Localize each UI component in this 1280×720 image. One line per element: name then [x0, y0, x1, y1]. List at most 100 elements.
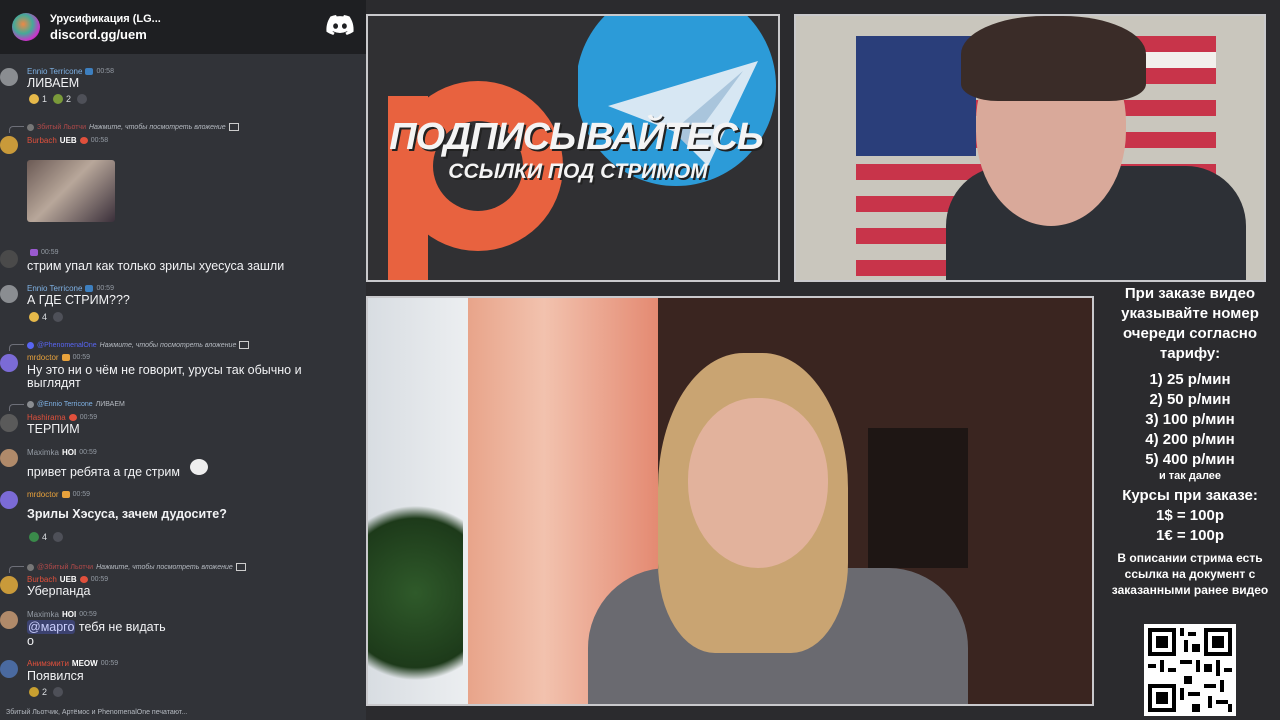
message-text: о: [27, 634, 34, 648]
add-reaction-icon[interactable]: [53, 532, 64, 542]
add-reaction-icon[interactable]: [77, 94, 88, 104]
tag-label: MEOW: [71, 659, 98, 668]
username[interactable]: Maximka: [27, 610, 59, 619]
image-attachment[interactable]: [27, 160, 115, 222]
discord-chat-panel: Урусификация (LG... discord.gg/uem Ennio…: [0, 0, 366, 720]
emoji-icon: [29, 687, 39, 697]
avatar[interactable]: [0, 68, 18, 86]
reply-preview[interactable]: Нажмите, чтобы посмотреть вложение: [96, 564, 233, 571]
timestamp: 00:58: [90, 137, 109, 144]
username[interactable]: Maximka: [27, 448, 59, 457]
avatar[interactable]: [0, 449, 18, 467]
user-mention[interactable]: @марго: [27, 620, 76, 634]
message-text: выглядят: [27, 376, 81, 390]
invite-link[interactable]: discord.gg/uem: [50, 27, 161, 42]
timestamp: 00:58: [96, 68, 114, 75]
avatar[interactable]: [0, 491, 18, 509]
webcam-feed: [794, 14, 1266, 282]
username[interactable]: mrdoctor: [27, 490, 59, 499]
discord-logo-icon[interactable]: [326, 14, 354, 36]
emoji-icon: [53, 94, 64, 104]
streamer-hair: [961, 16, 1146, 101]
role-badge-icon: [85, 68, 94, 75]
timestamp: 00:59: [79, 449, 97, 456]
role-badge-icon: [79, 137, 88, 144]
promo-subline: ССЫЛКИ ПОД СТРИМОМ: [448, 160, 708, 183]
image-icon: [228, 123, 239, 131]
avatar[interactable]: [0, 250, 18, 268]
reaction[interactable]: 2: [29, 687, 47, 697]
username[interactable]: mrdoctor: [27, 353, 59, 362]
avatar[interactable]: [0, 576, 18, 594]
message-text: Появился: [27, 669, 84, 683]
reply-preview[interactable]: ЛИВАЕМ: [96, 401, 125, 408]
timestamp: 00:59: [41, 249, 59, 256]
role-badge-icon: [30, 249, 38, 256]
message-text: Зрилы Хэсуса, зачем дудосите?: [27, 507, 227, 521]
chat-header: Урусификация (LG... discord.gg/uem: [0, 0, 366, 54]
username[interactable]: Ennio Terricone: [27, 67, 82, 76]
server-icon[interactable]: [12, 13, 40, 41]
avatar[interactable]: [0, 285, 18, 303]
reply-username[interactable]: @PhenomenalOne: [37, 342, 97, 349]
server-name: Урусификация (LG...: [50, 12, 161, 25]
avatar[interactable]: [0, 414, 18, 432]
reaction[interactable]: 1: [29, 94, 47, 104]
timestamp: 00:59: [72, 354, 91, 361]
reply-preview[interactable]: Нажмите, чтобы посмотреть вложение: [89, 124, 226, 131]
tariff-item: 3) 100 р/мин: [1145, 411, 1235, 428]
username[interactable]: Burbach: [27, 575, 57, 584]
add-reaction-icon[interactable]: [53, 312, 64, 322]
message-text: ТЕРПИМ: [27, 422, 80, 436]
role-badge-icon: [61, 491, 70, 498]
reaction[interactable]: 4: [29, 532, 47, 542]
role-badge-icon: [61, 354, 70, 361]
username[interactable]: Hashirama: [27, 413, 66, 422]
timestamp: 00:59: [79, 414, 98, 421]
avatar[interactable]: [0, 354, 18, 372]
qr-code-icon[interactable]: [1144, 624, 1236, 716]
avatar[interactable]: [0, 136, 18, 154]
image-icon: [239, 341, 250, 349]
emoji-icon: [29, 94, 39, 104]
message-text: стрим упал как только зрилы хуесуса зашл…: [27, 259, 285, 273]
tariff-item: 1) 25 р/мин: [1149, 371, 1231, 388]
reply-username[interactable]: Збитый Льотчи: [37, 124, 86, 131]
main-video: [366, 296, 1094, 706]
order-info: При заказе видео указывайте номер очеред…: [1100, 284, 1280, 598]
rate-item: 1$ = 100р: [1156, 507, 1224, 524]
timestamp: 00:59: [90, 576, 109, 583]
reply-username[interactable]: @Ennio Terricone: [37, 401, 93, 408]
avatar[interactable]: [0, 660, 18, 678]
sticker-icon: [190, 459, 208, 475]
message-text: Ну это ни о чём не говорит, урусы так об…: [27, 363, 302, 377]
typing-indicator: Збитый Льотчик, Артёмос и PhenomenalOne …: [6, 709, 188, 716]
add-reaction-icon[interactable]: [53, 687, 64, 697]
tariff-item: 5) 400 р/мин: [1145, 451, 1235, 468]
reply-preview[interactable]: Нажмите, чтобы посмотреть вложение: [100, 342, 237, 349]
person-face: [688, 398, 828, 568]
username[interactable]: Ennio Terricone: [27, 284, 82, 293]
reaction[interactable]: 2: [53, 94, 71, 104]
reply-username[interactable]: @Збитый Льотчи: [37, 564, 93, 571]
tag-label: UEB: [59, 575, 77, 584]
rates-title: Курсы при заказе:: [1122, 487, 1258, 504]
tariff-item: 2) 50 р/мин: [1149, 391, 1231, 408]
role-badge-icon: [68, 414, 77, 421]
reaction[interactable]: 4: [29, 312, 47, 322]
promo-headline: ПОДПИСЫВАЙТЕСЬ: [389, 116, 764, 158]
tariff-item: 4) 200 р/мин: [1145, 431, 1235, 448]
avatar[interactable]: [0, 611, 18, 629]
timestamp: 00:59: [100, 660, 119, 667]
tag-label: HOI: [62, 448, 77, 457]
tag-label: UEB: [59, 136, 77, 145]
timestamp: 00:59: [79, 611, 97, 618]
role-badge-icon: [79, 576, 88, 583]
order-instructions: При заказе видео указывайте номер очеред…: [1121, 285, 1259, 362]
role-badge-icon: [85, 285, 94, 292]
tag-label: HOI: [62, 610, 77, 619]
username[interactable]: Анимэмити: [27, 659, 69, 668]
rate-item: 1€ = 100р: [1156, 527, 1224, 544]
message-text: Уберпанда: [27, 584, 91, 598]
username[interactable]: Burbach: [27, 136, 57, 145]
